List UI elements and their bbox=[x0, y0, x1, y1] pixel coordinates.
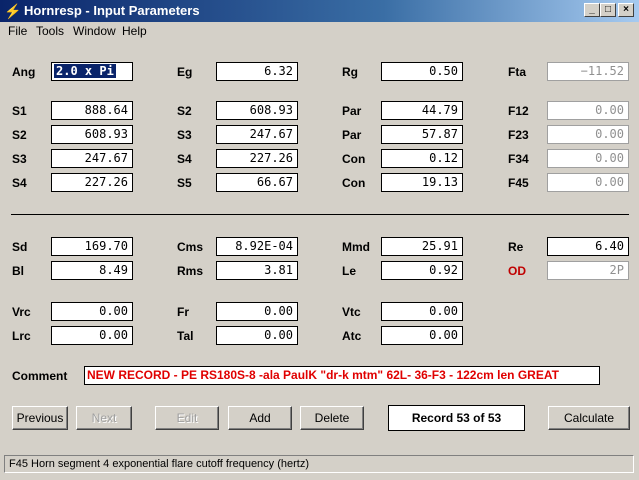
s1-field[interactable]: 888.64 bbox=[51, 101, 133, 120]
label-f34: F34 bbox=[508, 152, 529, 166]
label-bl: Bl bbox=[12, 264, 24, 278]
label-f45: F45 bbox=[508, 176, 529, 190]
label-con1: Con bbox=[342, 152, 366, 166]
le-field[interactable]: 0.92 bbox=[381, 261, 463, 280]
label-rms: Rms bbox=[177, 264, 204, 278]
label-atc: Atc bbox=[342, 329, 362, 343]
label-s5: S5 bbox=[177, 176, 192, 190]
label-fr: Fr bbox=[177, 305, 189, 319]
comment-field[interactable]: NEW RECORD - PE RS180S-8 -ala PaulK "dr-… bbox=[84, 366, 600, 385]
label-con2: Con bbox=[342, 176, 366, 190]
label-vtc: Vtc bbox=[342, 305, 361, 319]
menu-file[interactable]: File bbox=[8, 23, 27, 39]
edit-button[interactable]: Edit bbox=[155, 406, 219, 430]
par2-field[interactable]: 57.87 bbox=[381, 125, 463, 144]
label-lrc: Lrc bbox=[12, 329, 31, 343]
label-sd: Sd bbox=[12, 240, 28, 254]
od-field[interactable]: 2P bbox=[547, 261, 629, 280]
s5-field[interactable]: 66.67 bbox=[216, 173, 298, 192]
label-mmd: Mmd bbox=[342, 240, 370, 254]
label-s2: S2 bbox=[177, 104, 192, 118]
previous-button[interactable]: Previous bbox=[12, 406, 68, 430]
bl-field[interactable]: 8.49 bbox=[51, 261, 133, 280]
con2-field[interactable]: 19.13 bbox=[381, 173, 463, 192]
calculate-button[interactable]: Calculate bbox=[548, 406, 630, 430]
label-vrc: Vrc bbox=[12, 305, 31, 319]
menu-tools[interactable]: Tools bbox=[36, 23, 64, 39]
label-f23: F23 bbox=[508, 128, 529, 142]
par1-field[interactable]: 44.79 bbox=[381, 101, 463, 120]
add-button[interactable]: Add bbox=[228, 406, 292, 430]
label-s2b: S2 bbox=[12, 128, 27, 142]
window-title: Hornresp - Input Parameters bbox=[24, 3, 200, 18]
menu-help[interactable]: Help bbox=[122, 23, 147, 39]
s3b-field[interactable]: 247.67 bbox=[51, 149, 133, 168]
lightning-icon: ⚡ bbox=[4, 3, 22, 19]
label-s4: S4 bbox=[177, 152, 192, 166]
status-bar: F45 Horn segment 4 exponential flare cut… bbox=[4, 455, 634, 473]
s2-field[interactable]: 608.93 bbox=[216, 101, 298, 120]
s3-field[interactable]: 247.67 bbox=[216, 125, 298, 144]
f23-field[interactable]: 0.00 bbox=[547, 125, 629, 144]
vtc-field[interactable]: 0.00 bbox=[381, 302, 463, 321]
rg-field[interactable]: 0.50 bbox=[381, 62, 463, 81]
s2b-field[interactable]: 608.93 bbox=[51, 125, 133, 144]
fr-field[interactable]: 0.00 bbox=[216, 302, 298, 321]
label-cms: Cms bbox=[177, 240, 204, 254]
title-bar: ⚡ Hornresp - Input Parameters _ □ × bbox=[0, 0, 639, 22]
eg-field[interactable]: 6.32 bbox=[216, 62, 298, 81]
label-fta: Fta bbox=[508, 65, 526, 79]
close-button[interactable]: × bbox=[618, 3, 634, 17]
f34-field[interactable]: 0.00 bbox=[547, 149, 629, 168]
ang-value: 2.0 x Pi bbox=[54, 64, 116, 78]
menu-bar: File Tools Window Help bbox=[0, 22, 639, 40]
menu-window[interactable]: Window bbox=[73, 23, 116, 39]
label-s3: S3 bbox=[177, 128, 192, 142]
con1-field[interactable]: 0.12 bbox=[381, 149, 463, 168]
label-eg: Eg bbox=[177, 65, 193, 79]
delete-button[interactable]: Delete bbox=[300, 406, 364, 430]
label-par1: Par bbox=[342, 104, 362, 118]
next-button[interactable]: Next bbox=[76, 406, 132, 430]
atc-field[interactable]: 0.00 bbox=[381, 326, 463, 345]
mmd-field[interactable]: 25.91 bbox=[381, 237, 463, 256]
label-od: OD bbox=[508, 264, 526, 278]
label-ang: Ang bbox=[12, 65, 36, 79]
label-s4b: S4 bbox=[12, 176, 27, 190]
f45-field[interactable]: 0.00 bbox=[547, 173, 629, 192]
label-le: Le bbox=[342, 264, 357, 278]
label-comment: Comment bbox=[12, 369, 68, 383]
ang-field[interactable]: 2.0 x Pi bbox=[51, 62, 133, 81]
label-s3b: S3 bbox=[12, 152, 27, 166]
label-par2: Par bbox=[342, 128, 362, 142]
sd-field[interactable]: 169.70 bbox=[51, 237, 133, 256]
label-tal: Tal bbox=[177, 329, 194, 343]
section-divider bbox=[11, 214, 629, 215]
vrc-field[interactable]: 0.00 bbox=[51, 302, 133, 321]
s4b-field[interactable]: 227.26 bbox=[51, 173, 133, 192]
re-field[interactable]: 6.40 bbox=[547, 237, 629, 256]
lrc-field[interactable]: 0.00 bbox=[51, 326, 133, 345]
label-s1: S1 bbox=[12, 104, 27, 118]
cms-field[interactable]: 8.92E-04 bbox=[216, 237, 298, 256]
s4-field[interactable]: 227.26 bbox=[216, 149, 298, 168]
label-f12: F12 bbox=[508, 104, 529, 118]
fta-field[interactable]: −11.52 bbox=[547, 62, 629, 81]
tal-field[interactable]: 0.00 bbox=[216, 326, 298, 345]
f12-field[interactable]: 0.00 bbox=[547, 101, 629, 120]
minimize-button[interactable]: _ bbox=[584, 3, 600, 17]
label-re: Re bbox=[508, 240, 524, 254]
maximize-button[interactable]: □ bbox=[600, 3, 616, 17]
rms-field[interactable]: 3.81 bbox=[216, 261, 298, 280]
record-indicator: Record 53 of 53 bbox=[388, 405, 525, 431]
label-rg: Rg bbox=[342, 65, 358, 79]
